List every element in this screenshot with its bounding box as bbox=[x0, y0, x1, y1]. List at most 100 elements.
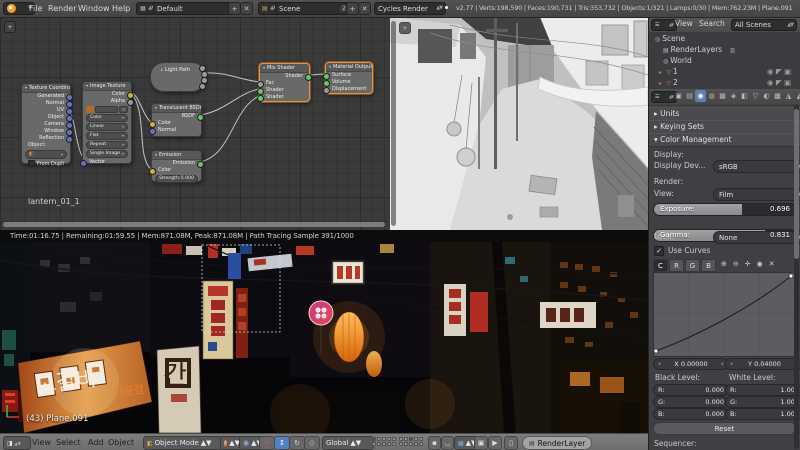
visibility-icons[interactable]: ◉ ◤ ▣ bbox=[767, 77, 791, 88]
curve-point[interactable] bbox=[788, 273, 793, 279]
curve-x-field[interactable]: ◂ X 0.00000 ▸ bbox=[653, 358, 729, 370]
panel-units[interactable]: ▸ Units bbox=[649, 107, 800, 121]
node-editor[interactable]: ▾Texture Coordinate Generated Normal UV … bbox=[0, 17, 391, 230]
toolbar-expand-icon[interactable]: + bbox=[4, 21, 16, 33]
panel-color-management[interactable]: ▾ Color Management bbox=[649, 133, 800, 147]
editor-type-button[interactable]: ◨ ▲▼ bbox=[3, 436, 31, 450]
lock-button[interactable]: ▪ bbox=[428, 436, 441, 450]
extrude-brackets-button[interactable]: ▯ bbox=[504, 436, 518, 450]
tab-material[interactable]: ◐ bbox=[761, 90, 772, 102]
horizontal-scrollbar[interactable] bbox=[3, 222, 385, 227]
node-translucent-bsdf[interactable]: ▾ Translucent BSDF BSDF Color Normal bbox=[149, 103, 204, 137]
black-r-field[interactable]: R: 0.000 bbox=[653, 384, 729, 396]
tab-texture[interactable]: ▩ bbox=[772, 90, 783, 102]
scene-delete-button[interactable]: ✕ bbox=[358, 2, 371, 15]
tab-world[interactable]: ◍ bbox=[706, 90, 717, 102]
channel-r-button[interactable]: R bbox=[669, 259, 684, 272]
viewport-3d[interactable]: + bbox=[390, 17, 648, 230]
socket-dot[interactable] bbox=[257, 95, 264, 102]
node-image-texture[interactable]: ▾ Image Texture Color Alpha ✕ Color ▾ Line… bbox=[80, 81, 134, 167]
tab-scene[interactable]: ◉ bbox=[695, 90, 706, 102]
source-option[interactable]: Single Image ▾ bbox=[86, 150, 128, 158]
snap-toggle-button[interactable]: ◡ bbox=[441, 436, 454, 450]
panel-keying-sets[interactable]: ▸ Keying Sets bbox=[649, 120, 800, 134]
tab-render-layers[interactable]: ▤ bbox=[684, 90, 695, 102]
render-engine-select[interactable]: Cycles Render ▲▼ bbox=[374, 2, 446, 15]
delete-icon[interactable]: ✕ bbox=[769, 260, 775, 268]
tab-physics[interactable]: ◭ bbox=[794, 90, 800, 102]
opengl-animation-button[interactable]: ▶ bbox=[488, 436, 502, 450]
scale-manipulator-button[interactable]: ◇ bbox=[304, 436, 320, 450]
view-transform-select[interactable]: Film▲▼ bbox=[713, 188, 800, 201]
rgb-curve-widget[interactable] bbox=[653, 272, 796, 357]
orientation-select[interactable]: Global ▲▼ bbox=[322, 436, 374, 450]
rendered-viewport[interactable]: 고갈비 전문점 간 (43) Plane.091 bbox=[0, 242, 648, 433]
outliner-menu-search[interactable]: Search bbox=[699, 19, 725, 28]
curve-y-field[interactable]: ◂Y 0.04000▸ bbox=[725, 358, 800, 370]
strength-slider[interactable]: Strength: 5.000 bbox=[155, 175, 198, 183]
white-b-field[interactable]: B: 1.000 bbox=[725, 408, 800, 420]
tab-modifiers[interactable]: ◧ bbox=[739, 90, 750, 102]
outliner-filter-select[interactable]: All Scenes ▲▼ bbox=[731, 19, 797, 31]
white-r-field[interactable]: R: 1.000 bbox=[725, 384, 800, 396]
menu-select[interactable]: Select bbox=[56, 434, 81, 450]
node-texture-coordinate[interactable]: ▾Texture Coordinate Generated Normal UV … bbox=[21, 83, 73, 167]
vertical-scrollbar[interactable] bbox=[391, 21, 396, 226]
expand-icon[interactable]: ▾ bbox=[263, 65, 265, 70]
tab-particles[interactable]: ◮ bbox=[783, 90, 794, 102]
scrollbar-track[interactable] bbox=[794, 105, 799, 449]
expand-icon[interactable]: ▾ bbox=[25, 85, 27, 90]
layers-grid-1[interactable] bbox=[372, 437, 396, 446]
projection-option[interactable]: Flat ▾ bbox=[86, 132, 128, 140]
socket-dot[interactable] bbox=[127, 99, 134, 106]
display-device-select[interactable]: sRGB▲▼ bbox=[713, 160, 800, 173]
menu-object[interactable]: Object bbox=[108, 434, 134, 450]
node-mix-shader[interactable]: ▾ Mix Shader Shader Fac Shader Shader bbox=[257, 63, 312, 102]
white-g-field[interactable]: G: 1.000 bbox=[725, 396, 800, 408]
tab-render[interactable]: ▣ bbox=[673, 90, 684, 102]
expand-icon[interactable]: ▾ bbox=[329, 64, 331, 69]
socket-dot[interactable] bbox=[149, 128, 156, 135]
manipulator-toggle-button[interactable]: ✛ bbox=[259, 436, 275, 450]
tab-object[interactable]: ▦ bbox=[717, 90, 728, 102]
black-g-field[interactable]: G: 0.000 bbox=[653, 396, 729, 408]
tab-data[interactable]: ▽ bbox=[750, 90, 761, 102]
channel-b-button[interactable]: B bbox=[701, 259, 716, 272]
visibility-icons[interactable]: ◉ ◤ ▣ bbox=[767, 66, 791, 77]
scrollbar-thumb[interactable] bbox=[794, 109, 799, 259]
editor-type-button[interactable]: ☰ ▲▼ bbox=[651, 19, 677, 31]
menu-window[interactable]: Window bbox=[78, 0, 110, 17]
socket-dot[interactable] bbox=[149, 168, 156, 175]
tools-icon[interactable]: ✛ bbox=[745, 260, 751, 268]
layout-name-field[interactable]: Default bbox=[153, 2, 233, 15]
image-unlink-icon[interactable]: ✕ bbox=[119, 106, 128, 113]
zoom-out-icon[interactable]: ⊖ bbox=[733, 260, 739, 268]
menu-file[interactable]: File bbox=[29, 0, 42, 17]
socket-dot[interactable] bbox=[323, 87, 330, 94]
image-datablock-row[interactable]: ✕ bbox=[86, 106, 128, 113]
expand-icon[interactable]: ▾ bbox=[86, 83, 88, 88]
expand-icon[interactable]: ▸ bbox=[161, 67, 163, 72]
layout-delete-button[interactable]: ✕ bbox=[240, 2, 253, 15]
socket-dot[interactable] bbox=[199, 83, 206, 90]
render-layer-pill[interactable]: ▤ RenderLayer bbox=[522, 436, 593, 450]
extension-option[interactable]: Repeat ▾ bbox=[86, 141, 128, 149]
channel-g-button[interactable]: G bbox=[685, 259, 700, 272]
layers-grid-2[interactable] bbox=[399, 437, 423, 446]
image-name-field[interactable] bbox=[95, 106, 118, 113]
curve-point[interactable] bbox=[654, 348, 659, 354]
node-material-output[interactable]: ▾ Material Output Surface Volume Displace… bbox=[323, 62, 373, 94]
menu-view[interactable]: View bbox=[32, 434, 51, 450]
expander-icon[interactable]: ▸ bbox=[659, 80, 662, 87]
object-field[interactable]: ◧ ▾ bbox=[25, 150, 67, 159]
zoom-in-icon[interactable]: ⊕ bbox=[721, 260, 727, 268]
outliner-menu-view[interactable]: View bbox=[675, 19, 693, 28]
opengl-render-button[interactable]: ▣ bbox=[474, 436, 488, 450]
renderlayers-extra-icon[interactable]: ▥ bbox=[730, 47, 736, 54]
expand-icon[interactable]: ▾ bbox=[155, 152, 157, 157]
node-emission[interactable]: ▾ Emission Emission Color Strength: 5.000 bbox=[149, 150, 204, 183]
menu-add[interactable]: Add bbox=[88, 434, 104, 450]
interpolation-option[interactable]: Linear ▾ bbox=[86, 123, 128, 131]
rotate-manipulator-button[interactable]: ↻ bbox=[289, 436, 305, 450]
point-icon[interactable]: ◉ bbox=[757, 260, 763, 268]
